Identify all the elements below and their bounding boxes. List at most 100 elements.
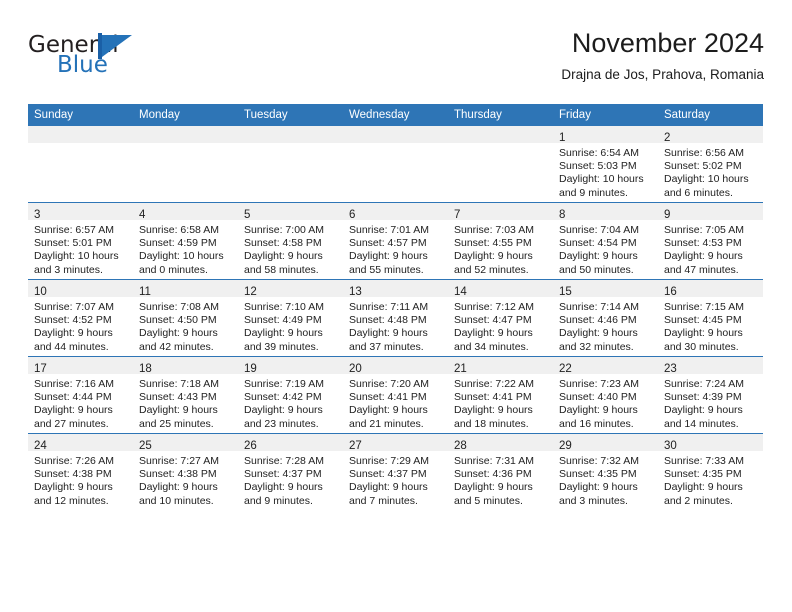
calendar-day-cell[interactable]: 24 Sunrise: 7:26 AM Sunset: 4:38 PM Dayligh…	[28, 433, 133, 510]
calendar-day-cell[interactable]: 22 Sunrise: 7:23 AM Sunset: 4:40 PM Dayligh…	[553, 356, 658, 434]
day-number: 22	[559, 363, 572, 375]
weekday-header-monday: Monday	[133, 104, 238, 126]
sunrise-time: Sunrise: 7:15 AM	[664, 301, 744, 313]
calendar-day-cell[interactable]: 8 Sunrise: 7:04 AM Sunset: 4:54 PM Daylight…	[553, 202, 658, 280]
calendar-day-cell[interactable]: 12 Sunrise: 7:10 AM Sunset: 4:49 PM Dayligh…	[238, 279, 343, 357]
day-number: 10	[34, 286, 47, 298]
day-number: 6	[349, 209, 356, 221]
sunset-time: Sunset: 4:40 PM	[559, 391, 637, 404]
day-number: 26	[244, 440, 257, 452]
weekday-header-row: Sunday Monday Tuesday Wednesday Thursday Frid…	[28, 104, 763, 126]
calendar-day-cell[interactable]: 23 Sunrise: 7:24 AM Sunset: 4:39 PM Dayligh…	[658, 356, 763, 434]
day-cell-details: Sunrise: 7:23 AM Sunset: 4:40 PM Daylight:…	[553, 374, 658, 431]
daylight-duration-line1: Daylight: 10 hours	[139, 250, 224, 263]
daylight-duration-line2: and 42 minutes.	[139, 340, 214, 353]
calendar-day-cell[interactable]: 18 Sunrise: 7:18 AM Sunset: 4:43 PM Dayligh…	[133, 356, 238, 434]
calendar-day-cell[interactable]: 28 Sunrise: 7:31 AM Sunset: 4:36 PM Dayligh…	[448, 433, 553, 510]
day-cell-details: Sunrise: 7:27 AM Sunset: 4:38 PM Daylight:…	[133, 451, 238, 508]
day-cell-details: Sunrise: 7:32 AM Sunset: 4:35 PM Daylight:…	[553, 451, 658, 508]
calendar-day-cell[interactable]: 14 Sunrise: 7:12 AM Sunset: 4:47 PM Dayligh…	[448, 279, 553, 357]
daylight-duration-line2: and 55 minutes.	[349, 263, 424, 276]
calendar-day-cell[interactable]: 25 Sunrise: 7:27 AM Sunset: 4:38 PM Dayligh…	[133, 433, 238, 510]
day-number: 28	[454, 440, 467, 452]
calendar-day-cell[interactable]: 13 Sunrise: 7:11 AM Sunset: 4:48 PM Dayligh…	[343, 279, 448, 357]
daylight-duration-line2: and 14 minutes.	[664, 417, 739, 430]
logo-text-blue: Blue	[57, 52, 108, 78]
day-number-strip: 23	[658, 357, 763, 375]
calendar-day-cell[interactable]: 10 Sunrise: 7:07 AM Sunset: 4:52 PM Dayligh…	[28, 279, 133, 357]
day-cell-details: Sunrise: 7:20 AM Sunset: 4:41 PM Daylight:…	[343, 374, 448, 431]
day-cell-details: Sunrise: 7:28 AM Sunset: 4:37 PM Daylight:…	[238, 451, 343, 508]
calendar-day-cell[interactable]: 19 Sunrise: 7:19 AM Sunset: 4:42 PM Dayligh…	[238, 356, 343, 434]
day-number: 8	[559, 209, 566, 221]
day-number: 13	[349, 286, 362, 298]
calendar-day-cell[interactable]: 9 Sunrise: 7:05 AM Sunset: 4:53 PM Daylight…	[658, 202, 763, 280]
sunrise-time: Sunrise: 7:18 AM	[139, 378, 219, 390]
calendar-day-cell-empty	[238, 126, 343, 203]
sunset-time: Sunset: 4:57 PM	[349, 237, 427, 250]
daylight-duration-line2: and 6 minutes.	[664, 186, 733, 199]
day-cell-details: Sunrise: 7:01 AM Sunset: 4:57 PM Daylight:…	[343, 220, 448, 277]
daylight-duration-line1: Daylight: 9 hours	[244, 481, 323, 494]
sunrise-time: Sunrise: 6:57 AM	[34, 224, 114, 236]
calendar-day-cell[interactable]: 17 Sunrise: 7:16 AM Sunset: 4:44 PM Dayligh…	[28, 356, 133, 434]
day-number-strip: 19	[238, 357, 343, 375]
daylight-duration-line1: Daylight: 9 hours	[34, 481, 113, 494]
general-blue-logo[interactable]: General Blue	[28, 32, 208, 88]
calendar-day-cell[interactable]: 6 Sunrise: 7:01 AM Sunset: 4:57 PM Daylight…	[343, 202, 448, 280]
sunrise-time: Sunrise: 7:11 AM	[349, 301, 429, 313]
day-number-strip: 22	[553, 357, 658, 375]
calendar-day-cell[interactable]: 15 Sunrise: 7:14 AM Sunset: 4:46 PM Dayligh…	[553, 279, 658, 357]
daylight-duration-line1: Daylight: 9 hours	[34, 404, 113, 417]
calendar-day-cell[interactable]: 11 Sunrise: 7:08 AM Sunset: 4:50 PM Dayligh…	[133, 279, 238, 357]
day-number: 27	[349, 440, 362, 452]
sunrise-time: Sunrise: 7:20 AM	[349, 378, 429, 390]
sunrise-time: Sunrise: 6:54 AM	[559, 147, 639, 159]
calendar-day-cell[interactable]: 16 Sunrise: 7:15 AM Sunset: 4:45 PM Dayligh…	[658, 279, 763, 357]
calendar-day-cell[interactable]: 21 Sunrise: 7:22 AM Sunset: 4:41 PM Dayligh…	[448, 356, 553, 434]
sunrise-time: Sunrise: 7:03 AM	[454, 224, 534, 236]
day-number: 16	[664, 286, 677, 298]
day-number: 25	[139, 440, 152, 452]
calendar-day-cell[interactable]: 7 Sunrise: 7:03 AM Sunset: 4:55 PM Daylight…	[448, 202, 553, 280]
day-number: 12	[244, 286, 257, 298]
day-number: 29	[559, 440, 572, 452]
sunrise-time: Sunrise: 7:08 AM	[139, 301, 219, 313]
day-number: 19	[244, 363, 257, 375]
day-number-strip: 24	[28, 434, 133, 452]
day-number-strip: 7	[448, 203, 553, 221]
sunrise-time: Sunrise: 7:14 AM	[559, 301, 639, 313]
page-subtitle: Drajna de Jos, Prahova, Romania	[561, 67, 764, 82]
day-number-strip: 6	[343, 203, 448, 221]
day-number-strip: 12	[238, 280, 343, 298]
sunset-time: Sunset: 4:55 PM	[454, 237, 532, 250]
day-number-strip: 14	[448, 280, 553, 298]
calendar-day-cell[interactable]: 26 Sunrise: 7:28 AM Sunset: 4:37 PM Dayligh…	[238, 433, 343, 510]
calendar-day-cell[interactable]: 4 Sunrise: 6:58 AM Sunset: 4:59 PM Daylight…	[133, 202, 238, 280]
calendar-day-cell[interactable]: 5 Sunrise: 7:00 AM Sunset: 4:58 PM Daylight…	[238, 202, 343, 280]
calendar-day-cell[interactable]: 20 Sunrise: 7:20 AM Sunset: 4:41 PM Dayligh…	[343, 356, 448, 434]
calendar-day-cell[interactable]: 3 Sunrise: 6:57 AM Sunset: 5:01 PM Daylight…	[28, 202, 133, 280]
day-number-strip: 15	[553, 280, 658, 298]
calendar-day-cell[interactable]: 1 Sunrise: 6:54 AM Sunset: 5:03 PM Daylight…	[553, 126, 658, 203]
day-cell-details: Sunrise: 7:07 AM Sunset: 4:52 PM Daylight:…	[28, 297, 133, 354]
daylight-duration-line2: and 25 minutes.	[139, 417, 214, 430]
daylight-duration-line1: Daylight: 9 hours	[349, 250, 428, 263]
sunrise-time: Sunrise: 7:22 AM	[454, 378, 534, 390]
day-number: 5	[244, 209, 251, 221]
calendar-day-cell[interactable]: 30 Sunrise: 7:33 AM Sunset: 4:35 PM Dayligh…	[658, 433, 763, 510]
daylight-duration-line1: Daylight: 9 hours	[664, 404, 743, 417]
calendar-day-cell[interactable]: 27 Sunrise: 7:29 AM Sunset: 4:37 PM Dayligh…	[343, 433, 448, 510]
calendar-day-cell-empty	[448, 126, 553, 203]
sunset-time: Sunset: 4:36 PM	[454, 468, 532, 481]
sunset-time: Sunset: 4:38 PM	[139, 468, 217, 481]
day-cell-details: Sunrise: 7:31 AM Sunset: 4:36 PM Daylight:…	[448, 451, 553, 508]
daylight-duration-line1: Daylight: 9 hours	[454, 481, 533, 494]
calendar-day-cell[interactable]: 2 Sunrise: 6:56 AM Sunset: 5:02 PM Daylight…	[658, 126, 763, 203]
page-header: General Blue November 2024 Drajna de Jos…	[28, 26, 764, 96]
daylight-duration-line1: Daylight: 9 hours	[454, 250, 533, 263]
day-number-strip: 2	[658, 126, 763, 144]
calendar-day-cell[interactable]: 29 Sunrise: 7:32 AM Sunset: 4:35 PM Dayligh…	[553, 433, 658, 510]
sunset-time: Sunset: 4:44 PM	[34, 391, 112, 404]
sunset-time: Sunset: 5:01 PM	[34, 237, 112, 250]
